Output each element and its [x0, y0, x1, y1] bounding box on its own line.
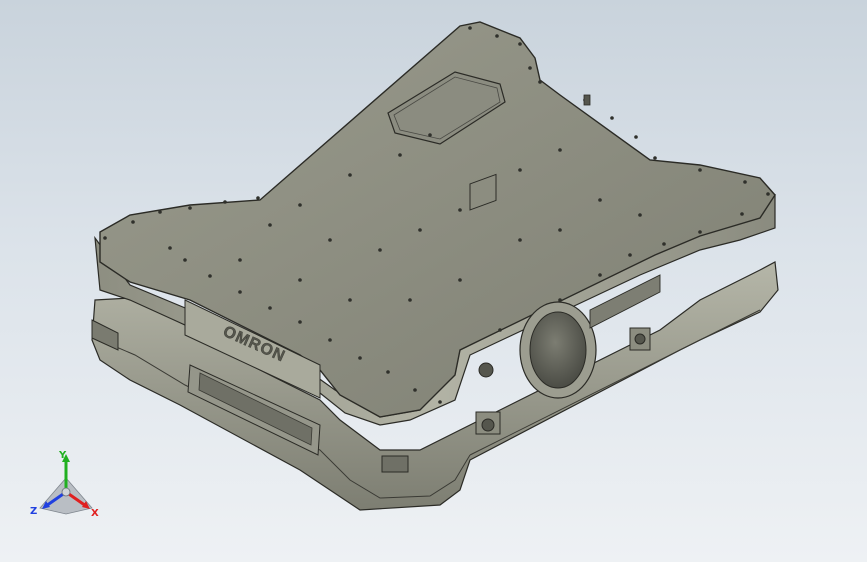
screw-hole: [698, 230, 702, 234]
screw-hole: [458, 208, 462, 212]
screw-hole: [558, 148, 562, 152]
screw-hole: [328, 238, 332, 242]
screw-hole: [528, 66, 532, 70]
screw-hole: [386, 370, 390, 374]
rear-connector: [583, 94, 591, 106]
screw-hole: [438, 400, 442, 404]
screw-hole: [358, 356, 362, 360]
screw-hole: [743, 180, 747, 184]
screw-hole: [653, 156, 657, 160]
screw-hole: [298, 203, 302, 207]
screw-hole: [103, 236, 107, 240]
screw-hole: [598, 198, 602, 202]
screw-hole: [495, 34, 499, 38]
screw-hole: [238, 290, 242, 294]
screw-hole: [518, 168, 522, 172]
triad-x-label: X: [91, 508, 99, 519]
screw-hole: [634, 135, 638, 139]
screw-hole: [131, 220, 135, 224]
screw-hole: [468, 26, 472, 30]
screw-hole: [610, 116, 614, 120]
screw-hole: [740, 212, 744, 216]
screw-hole: [418, 228, 422, 232]
screw-hole: [298, 278, 302, 282]
screw-hole: [268, 223, 272, 227]
screw-hole: [298, 320, 302, 324]
screw-hole: [498, 328, 502, 332]
screw-hole: [348, 173, 352, 177]
screw-hole: [183, 258, 187, 262]
triad-origin: [61, 487, 71, 497]
screw-hole: [518, 238, 522, 242]
screw-hole: [698, 168, 702, 172]
screw-hole: [558, 228, 562, 232]
screw-hole: [558, 298, 562, 302]
screw-hole: [348, 298, 352, 302]
screw-hole: [158, 210, 162, 214]
screw-hole: [428, 133, 432, 137]
screw-hole: [188, 206, 192, 210]
screw-hole: [223, 200, 227, 204]
screw-hole: [256, 196, 260, 200]
screw-hole: [458, 278, 462, 282]
triad-y-label: Y: [58, 450, 67, 461]
screw-hole: [662, 242, 666, 246]
screw-hole: [413, 388, 417, 392]
screw-hole: [168, 246, 172, 250]
screw-hole: [638, 213, 642, 217]
screw-hole: [398, 153, 402, 157]
screw-hole: [598, 273, 602, 277]
screw-hole: [328, 338, 332, 342]
screw-hole: [238, 258, 242, 262]
screw-hole: [408, 298, 412, 302]
screw-hole: [518, 42, 522, 46]
model-viewport[interactable]: OMRON: [0, 0, 867, 562]
screw-hole: [208, 274, 212, 278]
front-sensor-lens: [519, 301, 597, 399]
screw-hole: [766, 192, 770, 196]
triad-z-label: Z: [30, 506, 37, 517]
screw-hole: [268, 306, 272, 310]
orientation-triad: Y X Z: [30, 450, 99, 519]
screw-hole: [378, 248, 382, 252]
screw-hole: [628, 253, 632, 257]
screw-hole: [538, 80, 542, 84]
